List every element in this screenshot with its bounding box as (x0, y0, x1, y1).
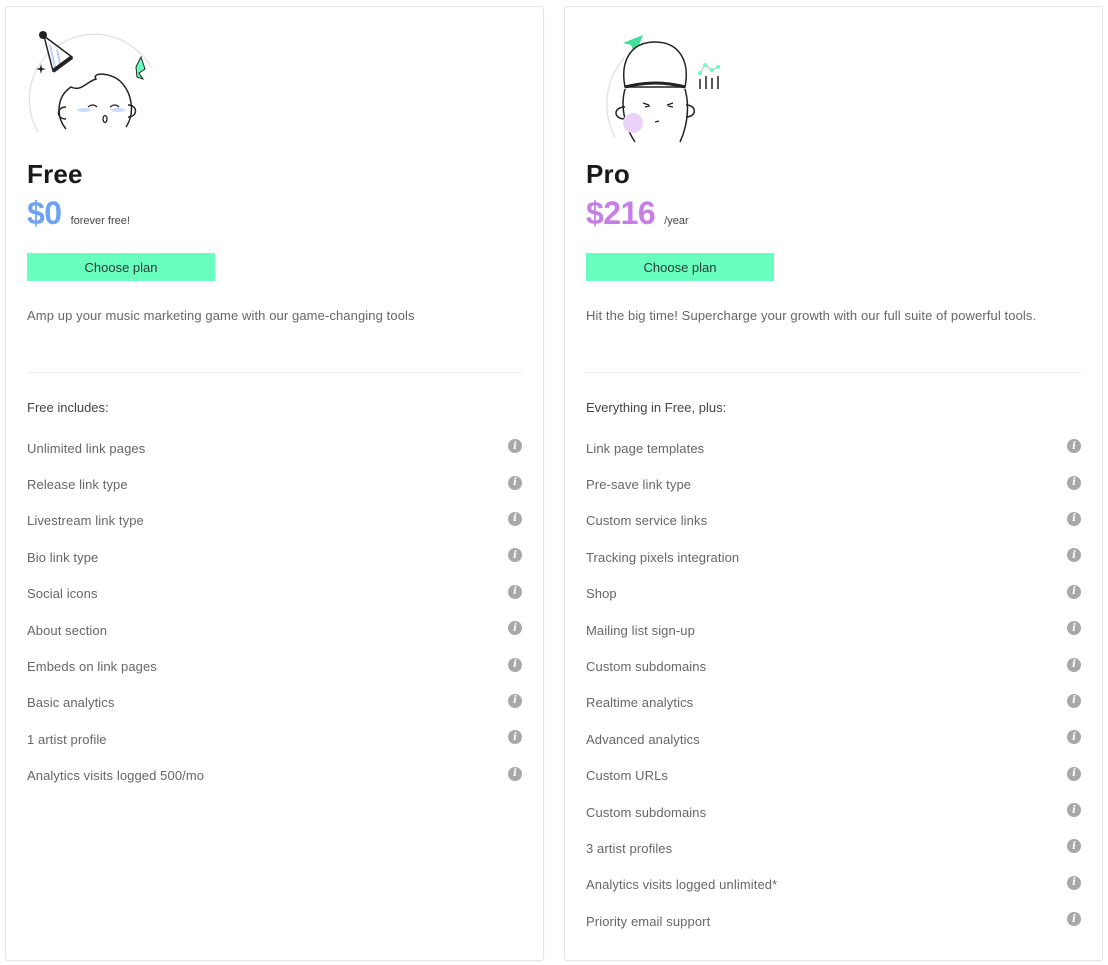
feature-label: Release link type (27, 477, 128, 493)
feature-item: Realtime analytics i (586, 685, 1081, 721)
choose-plan-button[interactable]: Choose plan (27, 253, 215, 281)
feature-item: Unlimited link pages i (27, 430, 522, 466)
feature-label: 3 artist profiles (586, 840, 673, 856)
info-icon[interactable]: i (1067, 912, 1081, 927)
info-icon[interactable]: i (1067, 693, 1081, 708)
info-icon[interactable]: i (508, 548, 522, 563)
feature-label: Custom subdomains (586, 804, 707, 820)
info-icon[interactable]: i (1067, 548, 1081, 563)
feature-item: Social icons i (27, 576, 522, 612)
feature-item: Advanced analytics i (586, 721, 1081, 757)
feature-list: Unlimited link pages i Release link type i… (27, 430, 522, 794)
info-icon[interactable]: i (508, 475, 522, 490)
feature-item: Custom subdomains i (586, 648, 1081, 684)
feature-label: Pre-save link type (586, 477, 692, 493)
plan-card-free: Free $0 forever free! Choose plan Amp up… (5, 6, 544, 961)
feature-label: Custom subdomains (586, 659, 707, 675)
choose-plan-button[interactable]: Choose plan (586, 253, 774, 281)
feature-label: Link page templates (586, 440, 705, 456)
plan-price: $0 (27, 195, 62, 231)
feature-label: Social icons (27, 586, 98, 602)
feature-item: Release link type i (27, 466, 522, 502)
feature-item: Livestream link type i (27, 503, 522, 539)
feature-label: Analytics visits logged 500/mo (27, 768, 205, 784)
feature-item: Shop i (586, 576, 1081, 612)
plan-description: Amp up your music marketing game with ou… (27, 308, 415, 323)
feature-item: About section i (27, 612, 522, 648)
info-icon[interactable]: i (1067, 621, 1081, 636)
feature-label: Mailing list sign-up (586, 622, 695, 638)
plan-name: Free (27, 159, 83, 189)
feature-item: Basic analytics i (27, 685, 522, 721)
info-icon[interactable]: i (1067, 875, 1081, 890)
plan-description: Hit the big time! Supercharge your growt… (586, 308, 1037, 323)
feature-label: Basic analytics (27, 695, 115, 711)
info-icon[interactable]: i (1067, 766, 1081, 781)
info-icon[interactable]: i (1067, 475, 1081, 490)
info-icon[interactable]: i (508, 766, 522, 781)
feature-item: Custom subdomains i (586, 794, 1081, 830)
feature-label: About section (27, 622, 108, 638)
feature-label: Priority email support (586, 913, 711, 929)
feature-label: Analytics visits logged unlimited* (586, 877, 778, 893)
feature-label: Unlimited link pages (27, 440, 146, 456)
feature-item: Tracking pixels integration i (586, 539, 1081, 575)
feature-item: Custom service links i (586, 503, 1081, 539)
feature-label: Embeds on link pages (27, 659, 157, 675)
feature-item: Mailing list sign-up i (586, 612, 1081, 648)
party-hat-character-illustration (28, 31, 152, 133)
feature-label: Advanced analytics (586, 731, 700, 747)
feature-item: Embeds on link pages i (27, 648, 522, 684)
info-icon[interactable]: i (508, 584, 522, 599)
feature-item: 3 artist profiles i (586, 830, 1081, 866)
feature-label: Custom service links (586, 513, 708, 529)
info-icon[interactable]: i (508, 621, 522, 636)
beanie-character-illustration (606, 35, 720, 143)
divider (586, 372, 1081, 373)
feature-label: Realtime analytics (586, 695, 694, 711)
plan-name: Pro (586, 159, 630, 189)
info-icon[interactable]: i (1067, 511, 1081, 526)
feature-label: Livestream link type (27, 513, 144, 529)
feature-item: Pre-save link type i (586, 466, 1081, 502)
feature-list: Link page templates i Pre-save link type i… (586, 430, 1081, 939)
feature-item: Analytics visits logged 500/mo i (27, 758, 522, 794)
feature-label: Custom URLs (586, 768, 669, 784)
plan-card-pro: Pro $216 /year Choose plan Hit the big t… (564, 6, 1103, 961)
info-icon[interactable]: i (1067, 730, 1081, 745)
feature-item: Link page templates i (586, 430, 1081, 466)
feature-item: Custom URLs i (586, 758, 1081, 794)
info-icon[interactable]: i (508, 439, 522, 454)
feature-item: 1 artist profile i (27, 721, 522, 757)
feature-label: 1 artist profile (27, 731, 107, 747)
feature-label: Bio link type (27, 549, 99, 565)
info-icon[interactable]: i (1067, 584, 1081, 599)
feature-label: Tracking pixels integration (586, 549, 740, 565)
info-icon[interactable]: i (508, 511, 522, 526)
plan-price: $216 (586, 195, 656, 231)
price-note: forever free! (70, 215, 130, 227)
divider (27, 372, 522, 373)
info-icon[interactable]: i (508, 730, 522, 745)
price-note: /year (664, 215, 689, 227)
includes-heading: Everything in Free, plus: (586, 400, 727, 415)
info-icon[interactable]: i (1067, 657, 1081, 672)
feature-item: Analytics visits logged unlimited* i (586, 867, 1081, 903)
includes-heading: Free includes: (27, 400, 109, 415)
price-row: $216 /year (586, 195, 689, 232)
feature-item: Bio link type i (27, 539, 522, 575)
feature-item: Priority email support i (586, 903, 1081, 939)
info-icon[interactable]: i (1067, 839, 1081, 854)
info-icon[interactable]: i (508, 657, 522, 672)
info-icon[interactable]: i (508, 693, 522, 708)
feature-label: Shop (586, 586, 617, 602)
info-icon[interactable]: i (1067, 803, 1081, 818)
info-icon[interactable]: i (1067, 439, 1081, 454)
price-row: $0 forever free! (27, 195, 130, 232)
